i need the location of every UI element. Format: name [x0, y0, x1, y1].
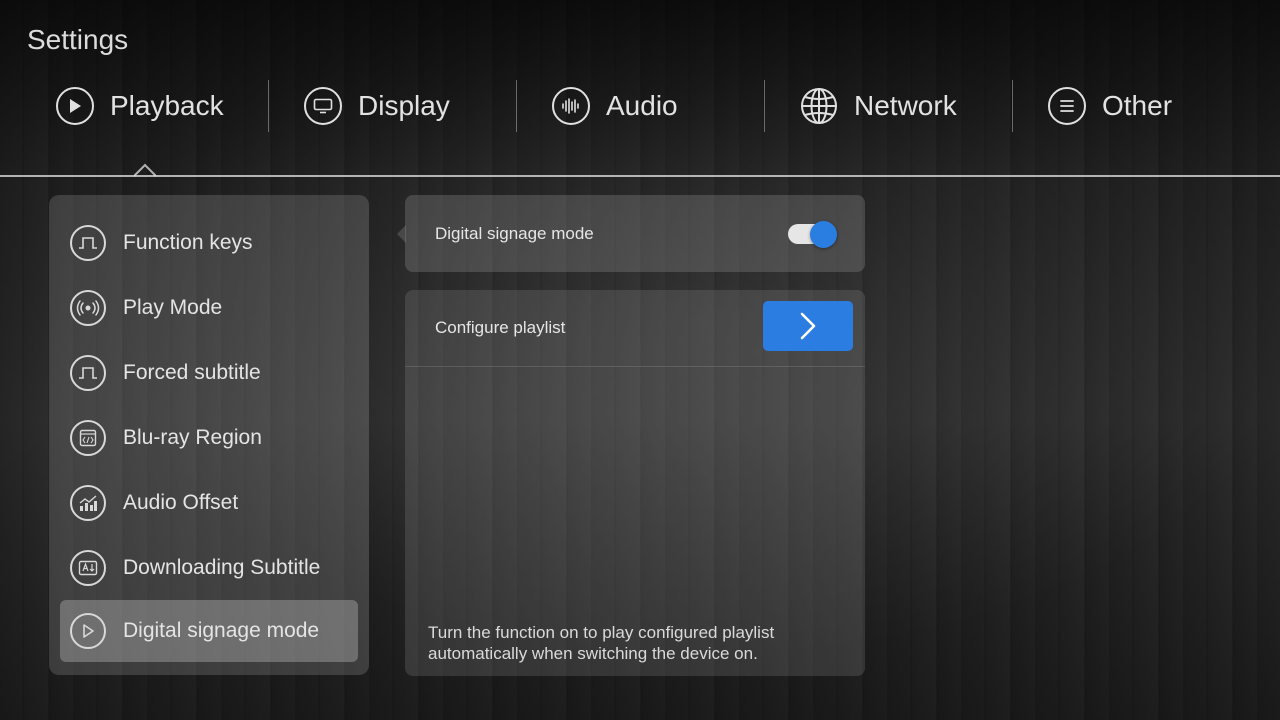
sidebar-item-label: Digital signage mode [123, 619, 320, 642]
chart-trend-icon [70, 485, 106, 521]
sidebar-item-label: Forced subtitle [123, 361, 261, 384]
sidebar-item-label: Downloading Subtitle [123, 556, 321, 579]
playlist-label: Configure playlist [435, 318, 566, 337]
chevron-right-icon [799, 311, 817, 341]
pulse-square-icon [70, 355, 106, 391]
sidebar-item-blu-ray-region[interactable]: Blu-ray Region [60, 407, 358, 469]
tab-label: Display [358, 90, 450, 121]
tab-other[interactable]: Other [1012, 78, 1260, 134]
configure-playlist-button[interactable] [763, 301, 853, 351]
active-tab-indicator [134, 163, 156, 177]
switch-thumb [810, 221, 837, 248]
tab-network[interactable]: Network [764, 78, 1012, 134]
playlist-panel: Configure playlist Turn the function on … [405, 290, 865, 676]
tab-label: Audio [606, 90, 678, 121]
tab-label: Network [854, 90, 957, 121]
globe-icon [800, 87, 838, 125]
sidebar-item-play-mode[interactable]: Play Mode [60, 277, 358, 339]
row-divider [405, 366, 865, 367]
toggle-label: Digital signage mode [435, 224, 594, 243]
download-box-icon [70, 550, 106, 586]
tab-display[interactable]: Display [268, 78, 516, 134]
tab-audio[interactable]: Audio [516, 78, 764, 134]
sidebar-item-label: Blu-ray Region [123, 426, 262, 449]
sidebar-item-digital-signage-mode[interactable]: Digital signage mode [60, 600, 358, 662]
audio-wave-icon [552, 87, 590, 125]
tab-divider [0, 175, 1280, 177]
signage-toggle-row: Digital signage mode [405, 195, 865, 272]
sidebar-item-label: Function keys [123, 231, 253, 254]
signage-mode-switch[interactable] [788, 221, 838, 248]
sidebar-item-forced-subtitle[interactable]: Forced subtitle [60, 342, 358, 404]
play-icon [56, 87, 94, 125]
category-tabs: Playback Display Audio Network Other [20, 78, 1260, 134]
pulse-square-icon [70, 225, 106, 261]
help-text: Turn the function on to play configured … [428, 623, 775, 663]
tab-label: Other [1102, 90, 1173, 121]
monitor-icon [304, 87, 342, 125]
sidebar-item-audio-offset[interactable]: Audio Offset [60, 472, 358, 534]
code-window-icon [70, 420, 106, 456]
broadcast-icon [70, 290, 106, 326]
tab-playback[interactable]: Playback [20, 78, 268, 134]
sidebar-item-downloading-subtitle[interactable]: Downloading Subtitle [60, 537, 358, 599]
tab-label: Playback [110, 90, 224, 121]
play-icon [70, 613, 106, 649]
sidebar: Function keys Play Mode Forced subtitle … [49, 195, 369, 675]
sidebar-item-label: Play Mode [123, 296, 223, 319]
page-title: Settings [27, 24, 129, 55]
sidebar-item-label: Audio Offset [123, 491, 239, 514]
menu-lines-icon [1048, 87, 1086, 125]
sidebar-item-function-keys[interactable]: Function keys [60, 212, 358, 274]
